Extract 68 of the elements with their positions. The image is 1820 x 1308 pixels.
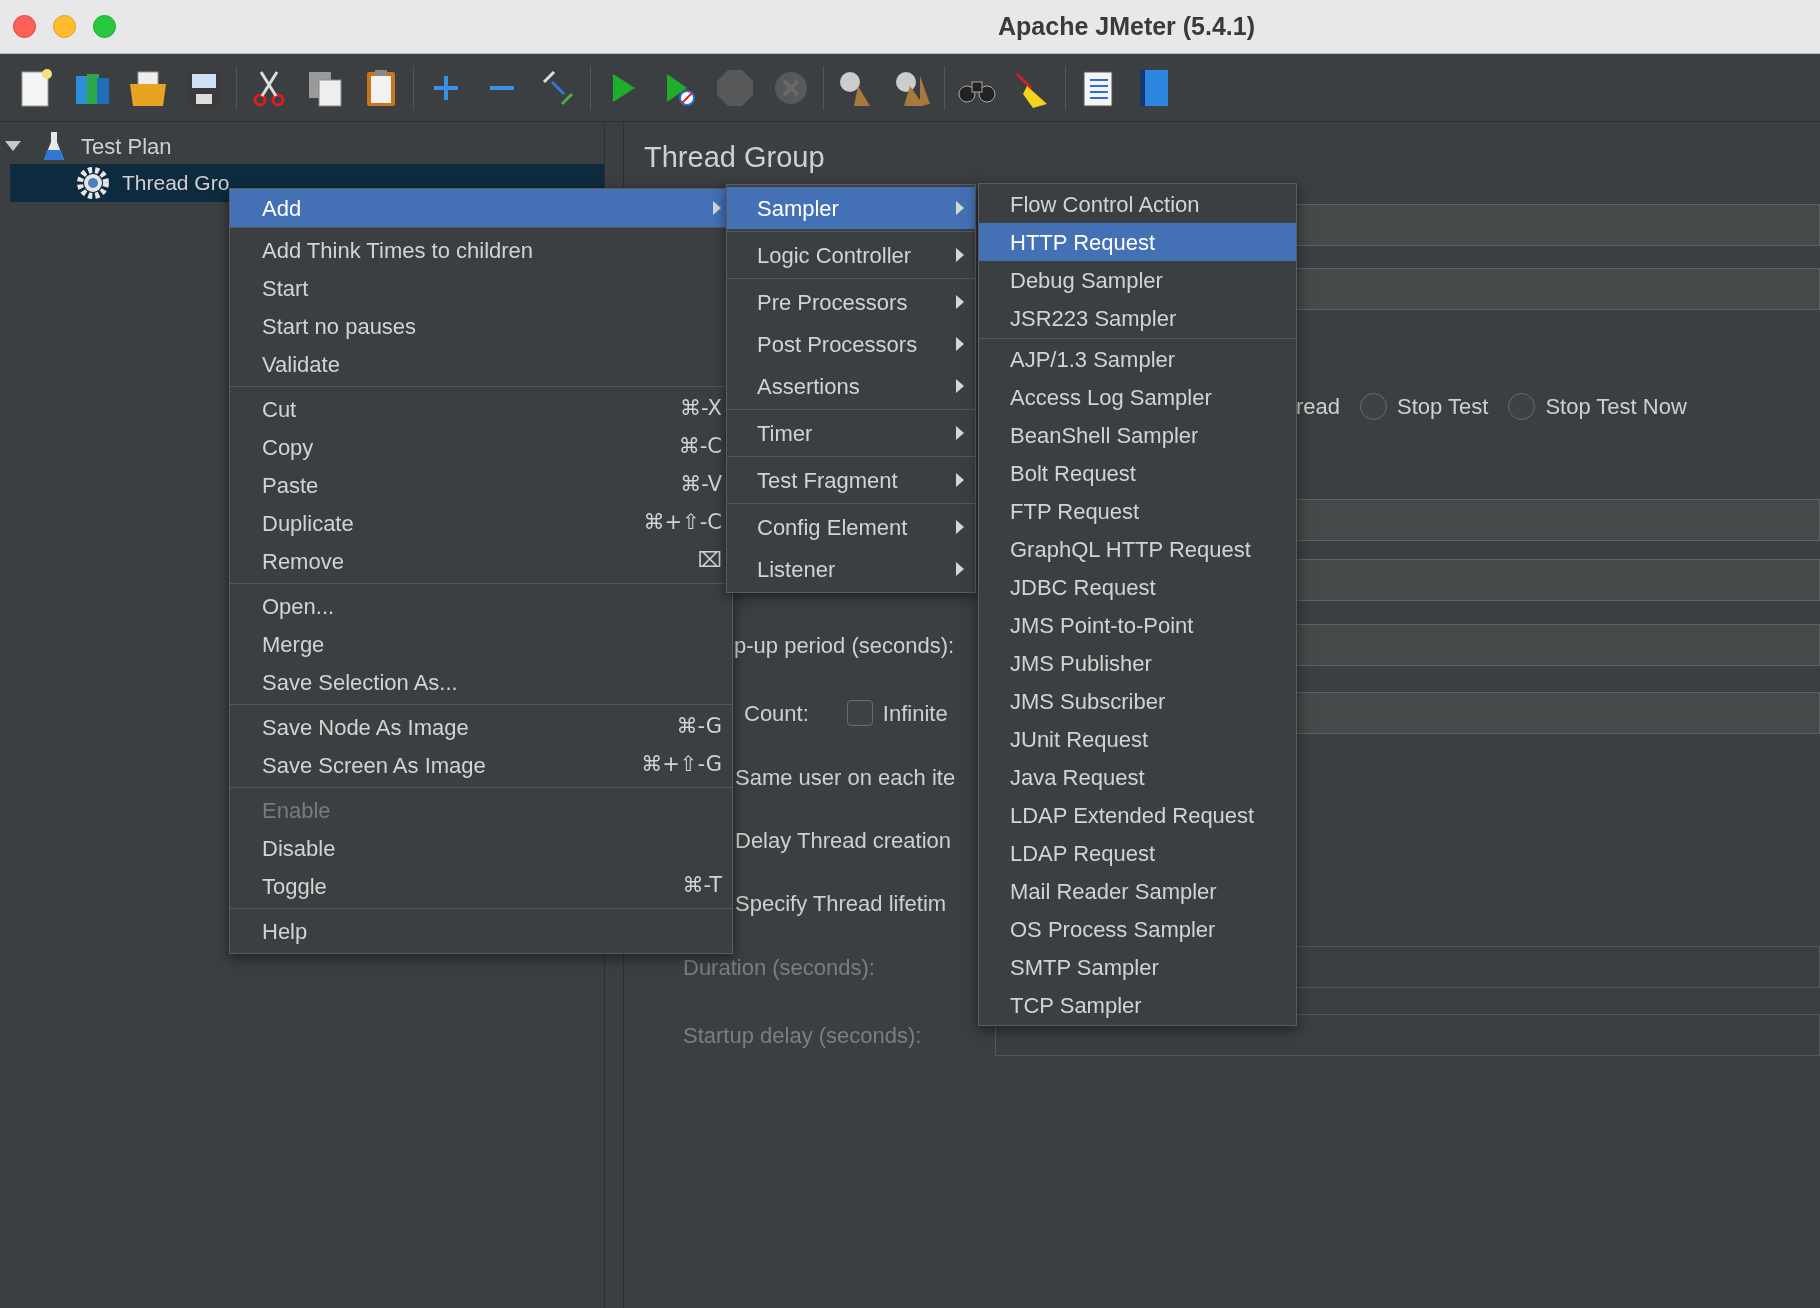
menu-item[interactable]: JUnit Request (979, 720, 1296, 758)
submenu-arrow-icon (955, 561, 965, 577)
menu-item[interactable]: JSR223 Sampler (979, 299, 1296, 337)
menu-item[interactable]: Disable (230, 829, 732, 867)
menu-item[interactable]: JMS Subscriber (979, 682, 1296, 720)
field-label: Duration (seconds): (683, 953, 875, 982)
submenu-arrow-icon (955, 294, 965, 310)
menu-item[interactable]: Logic Controller (727, 234, 975, 276)
menu-item[interactable]: Merge (230, 625, 732, 663)
window-title: Apache JMeter (5.4.1) (998, 10, 1256, 42)
close-button[interactable] (13, 15, 36, 38)
submenu-arrow-icon (955, 378, 965, 394)
submenu-arrow-icon (712, 200, 722, 216)
menu-item[interactable]: OS Process Sampler (979, 910, 1296, 948)
menu-item[interactable]: JDBC Request (979, 568, 1296, 606)
menu-item[interactable]: Sampler (727, 187, 975, 229)
option-label: Specify Thread lifetim (735, 889, 947, 918)
menu-item[interactable]: Open... (230, 587, 732, 625)
menu-item[interactable]: Flow Control Action (979, 185, 1296, 223)
menu-item[interactable]: SMTP Sampler (979, 948, 1296, 986)
flask-icon (42, 130, 66, 162)
menu-item[interactable]: Config Element (727, 506, 975, 548)
menu-item[interactable]: Save Node As Image ⌘-G (230, 708, 732, 746)
menu-item[interactable]: JMS Point-to-Point (979, 606, 1296, 644)
menu-item[interactable]: Assertions (727, 365, 975, 407)
menu-item[interactable]: Bolt Request (979, 454, 1296, 492)
menu-item[interactable]: LDAP Request (979, 834, 1296, 872)
menu-item[interactable]: JMS Publisher (979, 644, 1296, 682)
option-label: read (1296, 392, 1341, 421)
menu-item[interactable]: Pre Processors (727, 281, 975, 323)
field-label: Count: (744, 699, 809, 728)
menu-item[interactable]: TCP Sampler (979, 986, 1296, 1024)
field-label: Startup delay (seconds): (683, 1021, 922, 1050)
menu-item[interactable]: BeanShell Sampler (979, 416, 1296, 454)
menu-item[interactable]: LDAP Extended Request (979, 796, 1296, 834)
zoom-button[interactable] (93, 15, 116, 38)
menu-item[interactable]: Listener (727, 548, 975, 590)
field-label: p-up period (seconds): (734, 631, 955, 660)
submenu-arrow-icon (955, 200, 965, 216)
menu-item[interactable]: Debug Sampler (979, 261, 1296, 299)
menu-item[interactable]: Test Fragment (727, 459, 975, 501)
menu-item[interactable]: Help (230, 912, 732, 950)
menu-item[interactable]: Toggle ⌘-T (230, 867, 732, 905)
menu-item[interactable]: Timer (727, 412, 975, 454)
menu-item[interactable]: AJP/1.3 Sampler (979, 340, 1296, 378)
gear-icon (76, 166, 110, 200)
radio-button[interactable]: Stop Test (1360, 389, 1489, 423)
menu-item[interactable]: Mail Reader Sampler (979, 872, 1296, 910)
menu-item[interactable]: Save Screen As Image ⌘+⇧-G (230, 746, 732, 784)
menu-item[interactable]: HTTP Request (979, 223, 1296, 261)
menu-item[interactable]: FTP Request (979, 492, 1296, 530)
menu-item[interactable]: Access Log Sampler (979, 378, 1296, 416)
menu-item[interactable]: GraphQL HTTP Request (979, 530, 1296, 568)
submenu-arrow-icon (955, 472, 965, 488)
tree-item[interactable]: Test Plan (0, 128, 604, 164)
submenu-arrow-icon (955, 336, 965, 352)
menu-item[interactable]: Post Processors (727, 323, 975, 365)
caret-icon[interactable] (4, 140, 22, 152)
submenu-arrow-icon (955, 247, 965, 263)
panel-title: Thread Group (644, 140, 825, 176)
checkbox[interactable]: Infinite (846, 696, 948, 730)
menu-item[interactable]: Save Selection As... (230, 663, 732, 701)
submenu-arrow-icon (955, 425, 965, 441)
radio-button[interactable]: Stop Test Now (1508, 389, 1687, 423)
option-label: Delay Thread creation (735, 826, 952, 855)
submenu-arrow-icon (955, 519, 965, 535)
option-label: Same user on each ite (735, 763, 956, 792)
menu-item[interactable]: Java Request (979, 758, 1296, 796)
